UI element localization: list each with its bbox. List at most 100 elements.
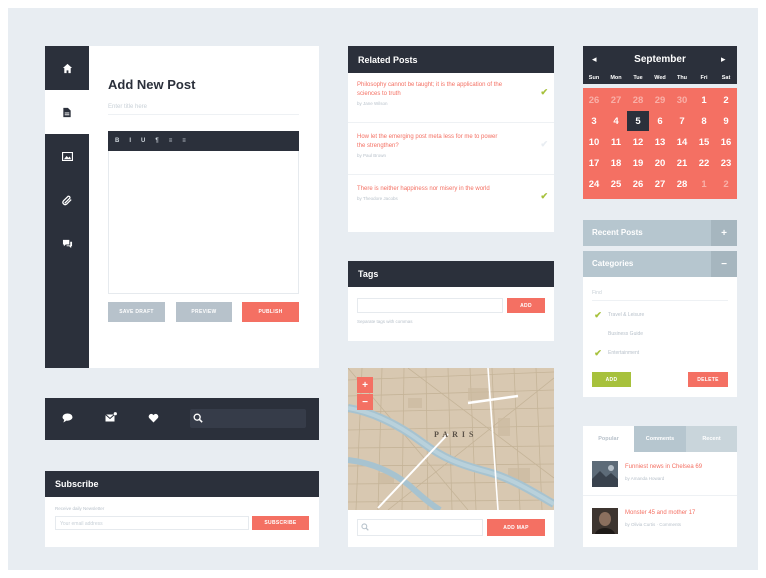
action-search-input[interactable] [190,409,306,428]
calendar-day[interactable]: 16 [715,132,737,152]
categories-header[interactable]: Categories − [583,251,737,277]
calendar-day[interactable]: 26 [627,174,649,194]
related-post-title[interactable]: There is neither happiness nor misery in… [357,185,507,194]
zoom-out-button[interactable]: − [357,394,373,410]
subscribe-button[interactable]: SUBSCRIBE [252,516,309,530]
add-map-button[interactable]: ADD MAP [487,519,545,536]
category-item[interactable]: ✔ Travel & Leisure [593,310,644,320]
save-draft-button[interactable]: SAVE DRAFT [108,302,165,322]
calendar-next-button[interactable]: ▸ [721,54,726,65]
check-icon[interactable]: ✔ [540,139,548,150]
tags-input[interactable] [357,298,503,313]
mail-icon[interactable] [105,412,117,423]
calendar-day[interactable]: 2 [715,174,737,194]
calendar-day[interactable]: 19 [627,153,649,173]
preview-button[interactable]: PREVIEW [176,302,232,322]
collapse-icon[interactable]: − [711,251,737,277]
related-post-3[interactable]: There is neither happiness nor misery in… [357,185,548,201]
calendar-day[interactable]: 22 [693,153,715,173]
category-item[interactable]: ✔ Business Guide [593,329,643,339]
calendar-day[interactable]: 30 [671,90,693,110]
calendar-day[interactable]: 25 [605,174,627,194]
align-left-button[interactable]: ≡ [169,138,173,144]
subscribe-email-input[interactable]: Your email address [55,516,249,530]
related-post-2[interactable]: How let the emerging post meta less for … [357,133,548,158]
expand-icon[interactable]: + [711,220,737,246]
divider [348,174,554,175]
underline-button[interactable]: U [141,138,145,144]
post-content-textarea[interactable] [108,151,299,294]
nav-document[interactable] [45,90,89,134]
related-post-title[interactable]: Philosophy cannot be taught; it is the a… [357,81,507,99]
related-post-title[interactable]: How let the emerging post meta less for … [357,133,507,151]
calendar-day[interactable]: 17 [583,153,605,173]
calendar-day[interactable]: 13 [649,132,671,152]
nav-image[interactable] [45,134,89,178]
related-post-1[interactable]: Philosophy cannot be taught; it is the a… [357,81,548,106]
tab-comments[interactable]: Comments [634,426,686,452]
calendar-day[interactable]: 8 [693,111,715,131]
check-icon[interactable]: ✔ [540,191,548,202]
post-title-input[interactable]: Enter title here [108,101,299,115]
related-posts-title: Related Posts [348,46,554,73]
calendar-day[interactable]: 4 [605,111,627,131]
publish-button[interactable]: PUBLISH [242,302,299,322]
calendar-day[interactable]: 18 [605,153,627,173]
calendar-day[interactable]: 10 [583,132,605,152]
chat-icon[interactable] [62,413,73,423]
nav-comments[interactable] [45,222,89,266]
calendar-day[interactable]: 6 [649,111,671,131]
nav-home[interactable] [45,46,89,90]
calendar-day[interactable]: 15 [693,132,715,152]
nav-attachment[interactable] [45,178,89,222]
checkbox-unchecked-icon[interactable]: ✔ [593,329,603,339]
calendar-day[interactable]: 23 [715,153,737,173]
calendar-day[interactable]: 29 [649,90,671,110]
calendar-day[interactable]: 20 [649,153,671,173]
calendar-day[interactable]: 2 [715,90,737,110]
calendar-day[interactable]: 3 [583,111,605,131]
related-posts-panel: Philosophy cannot be taught; it is the a… [348,73,554,232]
calendar-day[interactable]: 27 [605,90,627,110]
tab-recent[interactable]: Recent [686,426,737,452]
popular-post-title[interactable]: Funniest news in Chelsea 69 [625,463,725,471]
calendar-day[interactable]: 14 [671,132,693,152]
calendar-day[interactable]: 24 [583,174,605,194]
calendar-day-today[interactable]: 5 [627,111,649,131]
bold-button[interactable]: B [115,138,119,144]
calendar-day[interactable]: 1 [693,174,715,194]
add-category-button[interactable]: ADD [592,372,631,387]
tab-popular[interactable]: Popular [583,426,634,452]
related-post-meta: by Theodore Jacobs [357,196,398,201]
popular-posts-panel: Funniest news in Chelsea 69 by Amanda Ho… [583,452,737,547]
delete-category-button[interactable]: DELETE [688,372,728,387]
checkbox-checked-icon[interactable]: ✔ [593,310,603,320]
zoom-in-button[interactable]: + [357,377,373,393]
heart-icon[interactable] [148,413,159,423]
calendar-day[interactable]: 27 [649,174,671,194]
recent-posts-header[interactable]: Recent Posts + [583,220,737,246]
check-icon[interactable]: ✔ [540,87,548,98]
paragraph-button[interactable]: ¶ [155,138,158,144]
calendar-day[interactable]: 1 [693,90,715,110]
weekday-label: Sat [721,75,731,81]
post-thumbnail[interactable] [592,508,618,534]
popular-post-title[interactable]: Monster 45 and mother 17 [625,509,725,517]
align-center-button[interactable]: ≡ [182,138,186,144]
calendar-day[interactable]: 11 [605,132,627,152]
calendar-day[interactable]: 28 [671,174,693,194]
italic-button[interactable]: I [129,138,131,144]
calendar-day[interactable]: 26 [583,90,605,110]
add-tag-button[interactable]: ADD [507,298,545,313]
categories-search-input[interactable]: Find [592,287,728,301]
post-thumbnail[interactable] [592,461,618,487]
calendar-day[interactable]: 28 [627,90,649,110]
map-view[interactable]: PARIS + − [348,368,554,510]
calendar-day[interactable]: 12 [627,132,649,152]
category-item[interactable]: ✔ Entertainment [593,348,639,358]
checkbox-checked-icon[interactable]: ✔ [593,348,603,358]
calendar-day[interactable]: 21 [671,153,693,173]
map-search-input[interactable] [357,519,483,536]
calendar-day[interactable]: 7 [671,111,693,131]
calendar-day[interactable]: 9 [715,111,737,131]
